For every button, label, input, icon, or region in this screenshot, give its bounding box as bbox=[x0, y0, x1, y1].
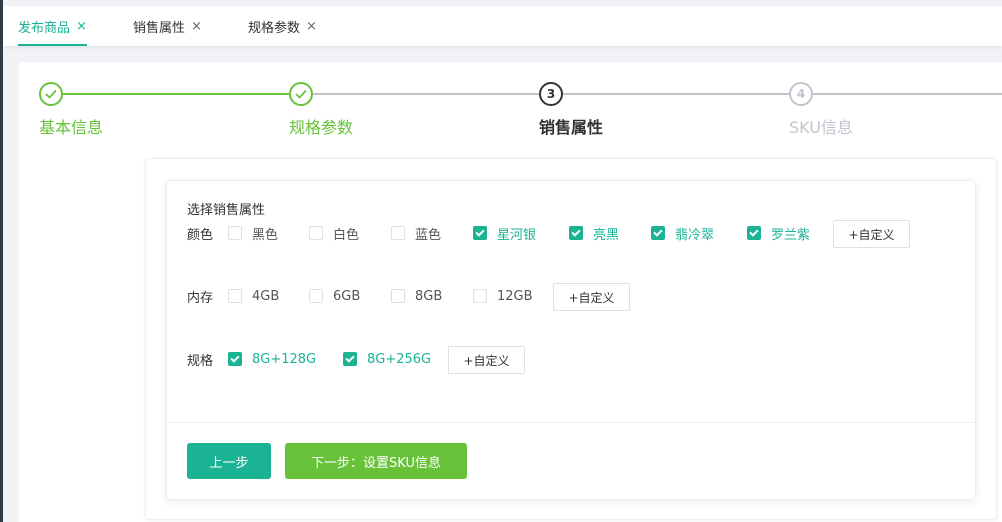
color-option[interactable]: 罗兰紫 bbox=[747, 220, 810, 246]
add-custom-memory-button[interactable]: +自定义 bbox=[553, 283, 630, 311]
checkbox[interactable] bbox=[228, 226, 242, 240]
memory-option[interactable]: 12GB bbox=[473, 283, 533, 309]
tab-sales-attributes[interactable]: 销售属性 × bbox=[133, 6, 202, 46]
step-title: SKU信息 bbox=[789, 118, 853, 137]
checkbox[interactable] bbox=[391, 226, 405, 240]
spec-row: 规格 8G+128G 8G+256G +自定义 bbox=[187, 346, 947, 374]
divider bbox=[167, 422, 975, 423]
checkbox[interactable] bbox=[309, 289, 323, 303]
color-option[interactable]: 黑色 bbox=[228, 220, 278, 246]
progress-steps: 基本信息 规格参数 3 销售属性 4 SKU信息 bbox=[19, 62, 1002, 152]
checkbox[interactable] bbox=[569, 226, 583, 240]
row-label: 内存 bbox=[187, 291, 214, 306]
option-label: 8G+128G bbox=[252, 351, 317, 367]
close-icon[interactable]: × bbox=[191, 19, 202, 34]
check-icon bbox=[39, 82, 63, 106]
close-icon[interactable]: × bbox=[306, 19, 317, 34]
checkbox[interactable] bbox=[309, 226, 323, 240]
spec-option[interactable]: 8G+128G bbox=[228, 346, 316, 372]
step-title: 销售属性 bbox=[539, 118, 604, 137]
row-label: 规格 bbox=[187, 354, 214, 369]
sidebar-edge bbox=[0, 0, 3, 522]
tab-spec-params[interactable]: 规格参数 × bbox=[248, 6, 317, 46]
checkbox[interactable] bbox=[228, 352, 242, 366]
checkbox[interactable] bbox=[651, 226, 665, 240]
previous-step-button[interactable]: 上一步 bbox=[187, 443, 271, 479]
option-label: 12GB bbox=[497, 288, 533, 304]
row-label: 颜色 bbox=[187, 228, 214, 243]
checkbox[interactable] bbox=[473, 226, 487, 240]
checkbox[interactable] bbox=[473, 289, 487, 303]
close-icon[interactable]: × bbox=[76, 19, 87, 34]
color-option[interactable]: 翡冷翠 bbox=[651, 220, 714, 246]
step-connector bbox=[313, 93, 539, 95]
option-label: 罗兰紫 bbox=[771, 227, 811, 243]
step-connector bbox=[63, 93, 289, 95]
color-row: 颜色 黑色 白色 蓝色 星河银 亮黑 翡冷翠 罗兰紫 +自定义 bbox=[187, 220, 947, 248]
step-connector bbox=[563, 93, 789, 95]
color-option[interactable]: 星河银 bbox=[473, 220, 536, 246]
memory-option[interactable]: 8GB bbox=[391, 283, 442, 309]
option-label: 翡冷翠 bbox=[675, 227, 715, 243]
tab-publish-product[interactable]: 发布商品 × bbox=[18, 6, 87, 46]
option-label: 8G+256G bbox=[367, 351, 432, 367]
step-title: 规格参数 bbox=[289, 118, 354, 137]
checkbox[interactable] bbox=[391, 289, 405, 303]
color-option[interactable]: 白色 bbox=[309, 220, 359, 246]
option-label: 黑色 bbox=[252, 227, 279, 243]
checkbox[interactable] bbox=[228, 289, 242, 303]
tab-label: 销售属性 bbox=[133, 20, 186, 36]
color-option[interactable]: 蓝色 bbox=[391, 220, 441, 246]
option-label: 4GB bbox=[252, 288, 280, 304]
checkbox[interactable] bbox=[343, 352, 357, 366]
step-number: 4 bbox=[789, 82, 813, 106]
memory-option[interactable]: 4GB bbox=[228, 283, 279, 309]
color-option[interactable]: 亮黑 bbox=[569, 220, 619, 246]
add-custom-color-button[interactable]: +自定义 bbox=[833, 220, 910, 248]
memory-row: 内存 4GB 6GB 8GB 12GB +自定义 bbox=[187, 283, 947, 311]
option-label: 8GB bbox=[415, 288, 443, 304]
section-title: 选择销售属性 bbox=[187, 203, 266, 218]
option-label: 6GB bbox=[333, 288, 361, 304]
tab-label: 规格参数 bbox=[248, 20, 301, 36]
step-connector bbox=[813, 93, 1002, 95]
next-step-button[interactable]: 下一步：设置SKU信息 bbox=[285, 443, 467, 479]
checkbox[interactable] bbox=[747, 226, 761, 240]
memory-option[interactable]: 6GB bbox=[309, 283, 360, 309]
tab-bar: 发布商品 × 销售属性 × 规格参数 × bbox=[3, 6, 1002, 46]
tab-label: 发布商品 bbox=[18, 20, 71, 36]
option-label: 星河银 bbox=[497, 227, 537, 243]
option-label: 亮黑 bbox=[593, 227, 620, 243]
step-number: 3 bbox=[539, 82, 563, 106]
spec-option[interactable]: 8G+256G bbox=[343, 346, 431, 372]
option-label: 白色 bbox=[333, 227, 360, 243]
step-title: 基本信息 bbox=[39, 118, 104, 137]
option-label: 蓝色 bbox=[415, 227, 442, 243]
add-custom-spec-button[interactable]: +自定义 bbox=[448, 346, 525, 374]
check-icon bbox=[289, 82, 313, 106]
